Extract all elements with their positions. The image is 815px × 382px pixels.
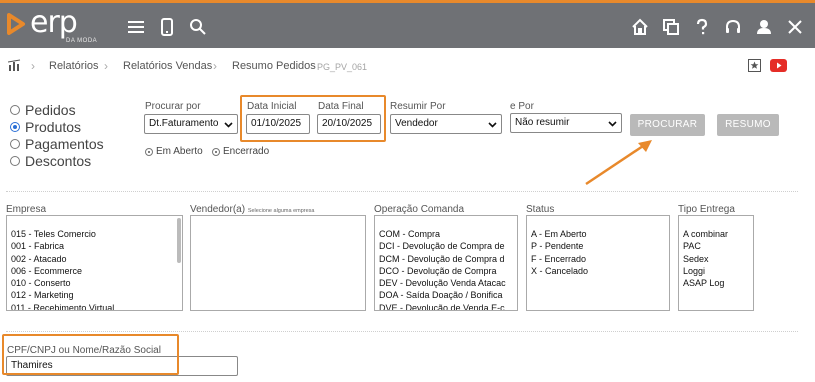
vendedor-hint: Selecione alguma empresa bbox=[247, 208, 315, 214]
favorite-icon[interactable] bbox=[748, 59, 761, 75]
procurar-button[interactable]: PROCURAR bbox=[630, 114, 705, 136]
list-item[interactable]: A - Em Aberto bbox=[531, 228, 669, 240]
breadcrumb-resumo-pedidos: Resumo Pedidos bbox=[232, 60, 316, 72]
user-icon[interactable] bbox=[755, 18, 773, 36]
operacao-list[interactable]: COM - Compra DCI - Devolução de Compra d… bbox=[374, 215, 518, 311]
list-item[interactable]: DCI - Devolução de Compra de bbox=[379, 240, 517, 252]
e-por-select[interactable]: Não resumir bbox=[510, 113, 622, 133]
resumir-por-value: Vendedor bbox=[395, 118, 438, 129]
list-item[interactable]: X - Cancelado bbox=[531, 265, 669, 277]
list-item[interactable]: 011 - Recebimento Virtual bbox=[11, 302, 182, 310]
e-por-value: Não resumir bbox=[515, 117, 570, 128]
radio-dot bbox=[10, 156, 20, 166]
headset-icon[interactable] bbox=[724, 18, 742, 36]
divider bbox=[6, 191, 798, 192]
list-item[interactable]: 006 - Ecommerce bbox=[11, 265, 182, 277]
erp-logo[interactable]: erp DA MODA bbox=[6, 5, 106, 45]
list-item[interactable]: DCO - Devolução de Compra bbox=[379, 265, 517, 277]
page-code: PG_PV_061 bbox=[317, 62, 368, 72]
help-icon[interactable] bbox=[693, 18, 711, 36]
vendedor-list[interactable] bbox=[190, 215, 366, 311]
mobile-icon[interactable] bbox=[158, 18, 176, 36]
radio-label: Pedidos bbox=[25, 102, 76, 118]
list-item[interactable]: COM - Compra bbox=[379, 228, 517, 240]
status-title: Status bbox=[526, 204, 555, 215]
radio-descontos[interactable]: Descontos bbox=[10, 153, 91, 169]
radio-label: Em Aberto bbox=[156, 146, 203, 157]
breadcrumb-separator-icon: › bbox=[213, 59, 217, 73]
breadcrumb: › Relatórios › Relatórios Vendas › Resum… bbox=[0, 48, 815, 84]
divider bbox=[6, 331, 798, 332]
search-icon[interactable] bbox=[189, 18, 207, 36]
vendedor-title: Vendedor(a) Selecione alguma empresa bbox=[190, 204, 314, 215]
logo-mark-icon bbox=[7, 13, 25, 35]
radio-label: Descontos bbox=[25, 153, 92, 169]
radio-label: Pagamentos bbox=[25, 136, 104, 152]
radio-encerrado[interactable]: Encerrado bbox=[212, 146, 269, 157]
chevron-down-icon bbox=[608, 121, 617, 127]
home-icon[interactable] bbox=[631, 18, 649, 36]
radio-dot-selected bbox=[212, 147, 220, 156]
empresa-title: Empresa bbox=[6, 204, 47, 215]
youtube-icon[interactable] bbox=[770, 59, 787, 75]
radio-dot bbox=[10, 105, 20, 115]
radio-pagamentos[interactable]: Pagamentos bbox=[10, 136, 104, 152]
procurar-por-value: Dt.Faturamento bbox=[149, 118, 219, 129]
list-item[interactable]: DVE - Devolução de Venda E-c bbox=[379, 302, 517, 310]
list-item[interactable]: DCM - Devolução de Compra d bbox=[379, 253, 517, 265]
windows-icon[interactable] bbox=[662, 18, 680, 36]
radio-label: Encerrado bbox=[223, 146, 270, 157]
tipo-entrega-title: Tipo Entrega bbox=[678, 204, 735, 215]
vendedor-title-text: Vendedor(a) bbox=[190, 204, 246, 215]
procurar-por-select[interactable]: Dt.Faturamento bbox=[144, 114, 238, 134]
list-item[interactable]: DOA - Saída Doação / Bonifica bbox=[379, 289, 517, 301]
cpf-highlight-box bbox=[2, 334, 179, 375]
list-item[interactable]: 015 - Teles Comercio bbox=[11, 228, 182, 240]
close-icon[interactable] bbox=[786, 18, 804, 36]
list-item[interactable]: 010 - Conserto bbox=[11, 277, 182, 289]
scrollbar[interactable] bbox=[177, 218, 181, 263]
list-item[interactable]: DEV - Devolução Venda Atacac bbox=[379, 277, 517, 289]
top-bar: erp DA MODA bbox=[0, 0, 815, 48]
empresa-list[interactable]: 015 - Teles Comercio 001 - Fabrica 002 -… bbox=[6, 215, 183, 311]
resumo-button[interactable]: RESUMO bbox=[717, 114, 779, 136]
radio-dot-selected bbox=[10, 122, 20, 132]
list-item[interactable]: ASAP Log bbox=[683, 277, 753, 289]
list-item[interactable]: P - Pendente bbox=[531, 240, 669, 252]
procurar-por-label: Procurar por bbox=[145, 101, 201, 112]
list-item[interactable]: 002 - Atacado bbox=[11, 253, 182, 265]
list-item[interactable]: 012 - Marketing bbox=[11, 289, 182, 301]
radio-label: Produtos bbox=[25, 119, 82, 135]
list-item[interactable]: F - Encerrado bbox=[531, 253, 669, 265]
menu-icon[interactable] bbox=[127, 18, 145, 36]
chevron-down-icon bbox=[224, 122, 233, 128]
breadcrumb-separator-icon: › bbox=[104, 59, 108, 73]
date-highlight-box bbox=[240, 95, 386, 142]
list-item[interactable]: 001 - Fabrica bbox=[11, 240, 182, 252]
breadcrumb-relatorios-vendas[interactable]: Relatórios Vendas bbox=[123, 60, 212, 72]
list-item[interactable]: PAC bbox=[683, 240, 753, 252]
dashboard-icon[interactable] bbox=[7, 59, 22, 74]
logo-subtext: DA MODA bbox=[66, 38, 98, 44]
radio-pedidos[interactable]: Pedidos bbox=[10, 102, 76, 118]
breadcrumb-separator-icon: › bbox=[31, 59, 35, 73]
logo-text: erp bbox=[30, 5, 78, 40]
list-item[interactable]: Loggi bbox=[683, 265, 753, 277]
list-item[interactable]: A combinar bbox=[683, 228, 753, 240]
chevron-down-icon bbox=[488, 122, 497, 128]
radio-produtos[interactable]: Produtos bbox=[10, 119, 81, 135]
breadcrumb-relatorios[interactable]: Relatórios bbox=[49, 60, 99, 72]
radio-em-aberto[interactable]: Em Aberto bbox=[145, 146, 203, 157]
operacao-title: Operação Comanda bbox=[374, 204, 465, 215]
resumir-por-label: Resumir Por bbox=[390, 101, 446, 112]
status-list[interactable]: A - Em Aberto P - Pendente F - Encerrado… bbox=[526, 215, 670, 311]
radio-dot-selected bbox=[145, 147, 153, 156]
resumir-por-select[interactable]: Vendedor bbox=[390, 114, 502, 134]
e-por-label: e Por bbox=[510, 101, 534, 112]
list-item[interactable]: Sedex bbox=[683, 253, 753, 265]
tipo-entrega-list[interactable]: A combinar PAC Sedex Loggi ASAP Log bbox=[678, 215, 754, 311]
radio-dot bbox=[10, 139, 20, 149]
annotation-arrow-icon bbox=[585, 140, 652, 186]
